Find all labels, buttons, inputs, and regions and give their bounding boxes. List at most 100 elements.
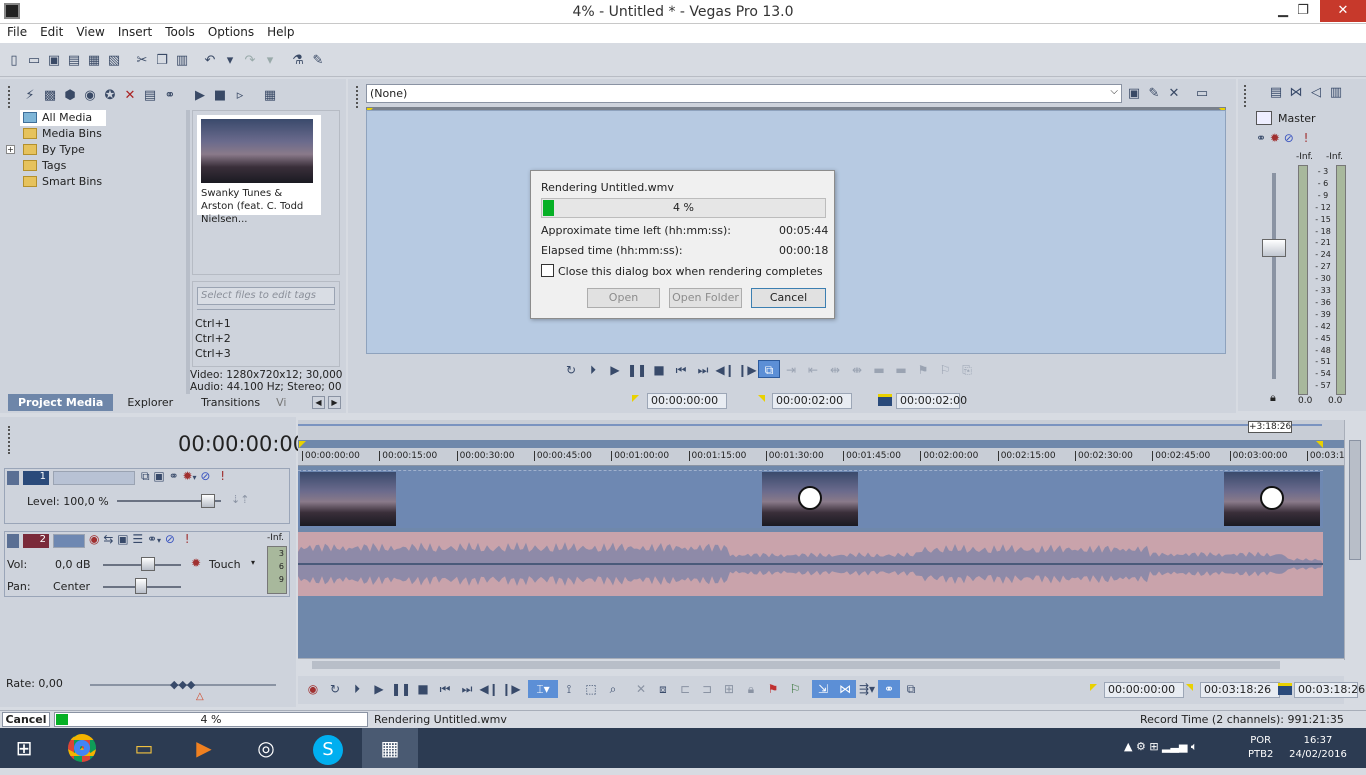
ignore-grouping-icon[interactable]: ⧉ — [900, 680, 922, 698]
compositing-icons[interactable]: ⇣⇡ — [231, 493, 249, 506]
media-fx-icon[interactable]: ✪ — [100, 86, 120, 106]
file-explorer-icon[interactable]: ▭ — [120, 728, 168, 768]
video-event[interactable] — [298, 470, 1323, 528]
tab-project-media[interactable]: Project Media — [8, 394, 114, 411]
menu-help[interactable]: Help — [260, 24, 300, 39]
dim-output-icon[interactable]: ◁ — [1306, 83, 1326, 103]
redo-dropdown-icon[interactable]: ▾ — [260, 51, 280, 71]
track-motion-icon[interactable]: ⧉ — [141, 469, 150, 483]
open-folder-button[interactable]: Open Folder — [669, 288, 742, 308]
go-to-end-icon[interactable]: ⏭ — [456, 680, 478, 698]
media-item[interactable]: Swanky Tunes & Arston (feat. C. Todd Nie… — [197, 115, 321, 225]
downmix-icon[interactable]: ⋈ — [1286, 83, 1306, 103]
tab-scroll-right-icon[interactable]: ▶ — [328, 396, 341, 409]
audio-track-name[interactable] — [53, 534, 85, 548]
loop-start-icon[interactable] — [299, 441, 306, 448]
lock-event-icon[interactable]: 🔒︎ — [740, 680, 762, 698]
open-button[interactable]: Open — [587, 288, 660, 308]
fx-chain-icon[interactable]: ⚭ — [1256, 131, 1266, 145]
prev-frame-icon[interactable]: ◀❙ — [478, 680, 500, 698]
copy-icon[interactable]: ❐ — [152, 51, 172, 71]
auto-crossfade-icon[interactable]: ⋈ — [834, 680, 856, 698]
region-icon[interactable]: ⚐ — [934, 361, 956, 379]
mute-icon[interactable]: ⊘ — [165, 532, 175, 546]
envelope-tool-icon[interactable]: ⟟ — [558, 680, 580, 698]
vegas-taskbar-icon[interactable]: ▦ — [362, 728, 418, 768]
play-icon[interactable]: ▶ — [190, 86, 210, 106]
composite-mode-icon[interactable]: ▣ — [153, 469, 164, 483]
remove-icon[interactable]: ✕ — [120, 86, 140, 106]
chrome-icon[interactable] — [58, 728, 106, 768]
audio-event[interactable] — [298, 532, 1323, 596]
automation-mode[interactable]: Touch — [209, 558, 241, 571]
play-icon[interactable]: ▶ — [368, 680, 390, 698]
tab-video-fx[interactable]: Vi — [274, 394, 288, 411]
insert-bus-icon[interactable]: ▤ — [1266, 83, 1286, 103]
auto-preview-icon[interactable]: ▹ — [230, 86, 250, 106]
stop-icon[interactable]: ■ — [210, 86, 230, 106]
stop-icon[interactable]: ■ — [648, 361, 670, 379]
properties-icon[interactable]: ▧ — [104, 51, 124, 71]
go-to-end-icon[interactable]: ⏭ — [692, 361, 714, 379]
selection-tool-icon[interactable]: ⬚ — [580, 680, 602, 698]
loop-playback-icon[interactable]: ↻ — [324, 680, 346, 698]
open-icon[interactable]: ▭ — [24, 51, 44, 71]
tree-item-smart-bins[interactable]: Smart Bins — [20, 174, 184, 190]
plugin-icon[interactable]: ⚭ — [160, 86, 180, 106]
delete-icon[interactable]: ✕ — [630, 680, 652, 698]
sync-cursor-icon[interactable]: ⧉ — [758, 360, 780, 378]
play-from-start-icon[interactable]: ⏵ — [582, 361, 604, 379]
windows-start-icon[interactable]: ⊞ — [0, 728, 48, 768]
selection-length-time[interactable]: 00:03:18:26 — [1294, 682, 1365, 698]
splitter[interactable] — [186, 110, 190, 394]
solo-icon[interactable]: ! — [220, 469, 225, 483]
insert-region-icon[interactable]: ⚐ — [784, 680, 806, 698]
save-as-icon[interactable]: ▤ — [64, 51, 84, 71]
preview-in-time[interactable]: 00:00:00:00 — [647, 393, 727, 409]
trim-start-icon[interactable]: ⊏ — [674, 680, 696, 698]
play-from-start-icon[interactable]: ⏵ — [346, 680, 368, 698]
properties-icon[interactable]: ▤ — [140, 86, 160, 106]
snapping-icon[interactable]: ⇲ — [812, 680, 834, 698]
prev-frame-icon[interactable]: ◀❙ — [714, 361, 736, 379]
auto-ripple-icon[interactable]: ⇶▾ — [856, 680, 878, 698]
track-collapse-icon[interactable] — [7, 534, 19, 548]
pause-icon[interactable]: ❚❚ — [390, 680, 412, 698]
steam-icon[interactable]: ◎ — [242, 728, 290, 768]
pause-icon[interactable]: ❚❚ — [626, 361, 648, 379]
fx-chain-icon[interactable]: ✎ — [1144, 84, 1164, 104]
panel-grip[interactable] — [356, 86, 362, 108]
tab-explorer[interactable]: Explorer — [113, 394, 187, 411]
solo-icon[interactable]: ! — [1304, 131, 1309, 145]
horizontal-scrollbar[interactable] — [298, 658, 1344, 670]
solo-icon[interactable]: ! — [185, 532, 190, 546]
tags-input[interactable]: Select files to edit tags — [197, 287, 335, 305]
tree-item-media-bins[interactable]: Media Bins — [20, 126, 184, 142]
preview-fx-dropdown[interactable]: (None) ⌵ — [366, 84, 1122, 103]
master-fx-icon[interactable]: ✹ — [1270, 131, 1280, 145]
fx-chain-icon[interactable]: ⚭ — [147, 532, 157, 546]
arm-record-icon[interactable]: ◉ — [89, 532, 99, 546]
fit-icon[interactable]: ⇼ — [846, 361, 868, 379]
ripple-icon[interactable]: ⚗ — [288, 51, 308, 71]
preview-settings-icon[interactable]: ▭ — [1192, 84, 1212, 104]
tree-item-all-media[interactable]: All Media — [20, 110, 106, 126]
preview-length-time[interactable]: 00:00:02:00 — [896, 393, 967, 409]
preview-out-time[interactable]: 00:00:02:00 — [772, 393, 852, 409]
automation-icon[interactable]: ☰ — [132, 532, 143, 546]
level-slider-thumb[interactable] — [201, 494, 215, 508]
stop-icon[interactable]: ■ — [412, 680, 434, 698]
pan-slider-thumb[interactable] — [135, 578, 147, 594]
close-when-done-checkbox[interactable] — [541, 264, 554, 277]
lock-icon[interactable]: 🔒︎ — [1270, 391, 1276, 405]
master-fader[interactable] — [1262, 239, 1286, 257]
video-track-name[interactable] — [53, 471, 135, 485]
next-frame-icon[interactable]: ❙▶ — [500, 680, 522, 698]
extract-audio-icon[interactable]: ◉ — [80, 86, 100, 106]
split-icon[interactable]: ⊞ — [718, 680, 740, 698]
selection-end-time[interactable]: 00:03:18:26 — [1200, 682, 1280, 698]
maximize-button[interactable]: ❐ — [1286, 0, 1320, 22]
get-media-icon[interactable]: ⬢ — [60, 86, 80, 106]
redo-icon[interactable]: ↷ — [240, 51, 260, 71]
skype-icon[interactable]: S — [304, 728, 352, 768]
